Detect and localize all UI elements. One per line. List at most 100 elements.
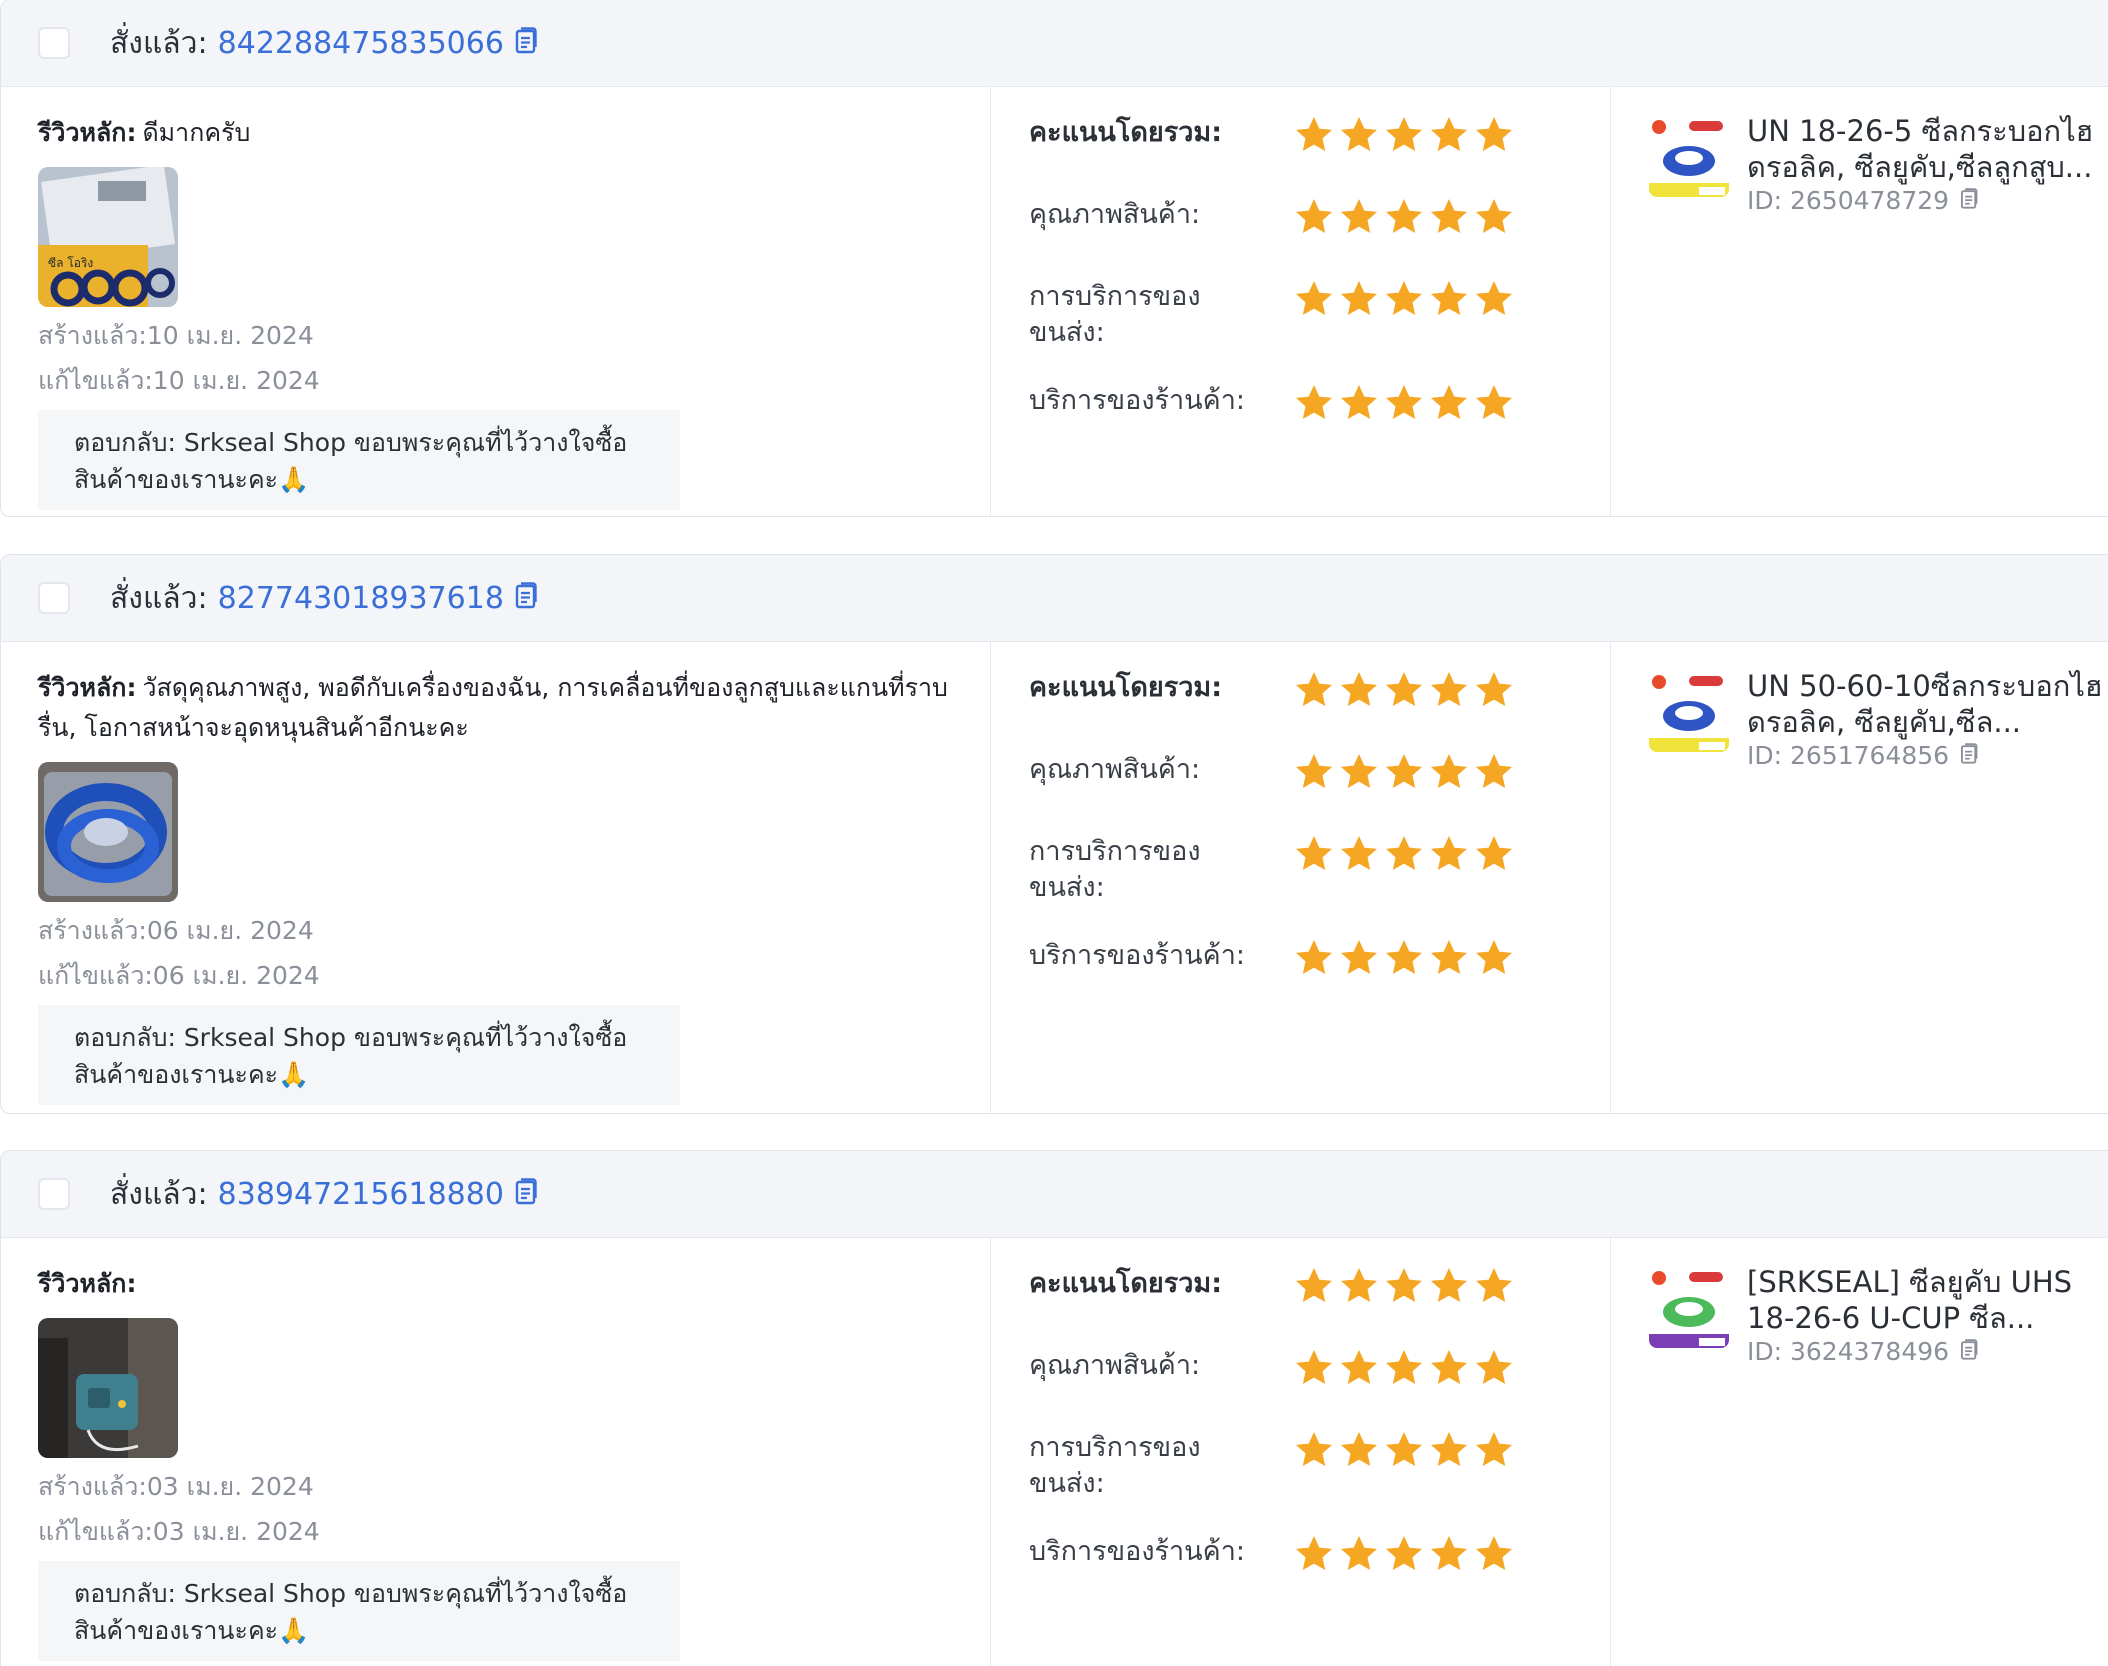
copy-icon[interactable]	[1959, 741, 1979, 773]
stars-quality	[1294, 195, 1514, 237]
star-icon	[1386, 199, 1422, 233]
shop-reply: ตอบกลับ: Srkseal Shop ขอบพระคุณที่ไว้วาง…	[38, 1005, 680, 1105]
product-info: UN 50-60-10ซีลกระบอกไฮดรอลิค, ซีลยูคับ,ซ…	[1747, 668, 2107, 773]
shop-reply: ตอบกลับ: Srkseal Shop ขอบพระคุณที่ไว้วาง…	[38, 410, 680, 510]
star-icon	[1431, 1350, 1467, 1384]
order-id-link[interactable]: 838947215618880	[218, 1177, 504, 1212]
created-date: สร้างแล้ว:10 เม.ย. 2024	[38, 321, 314, 350]
review-card: สั่งแล้ว: 827743018937618 รีวิวหลัก: วัสด…	[0, 554, 2108, 1114]
star-icon	[1476, 940, 1512, 974]
star-icon	[1476, 1536, 1512, 1570]
copy-icon[interactable]	[514, 27, 538, 59]
star-icon	[1296, 199, 1332, 233]
stars-overall	[1294, 1264, 1514, 1306]
product-id-text: ID: 3624378496	[1747, 1337, 1950, 1366]
star-icon	[1431, 1432, 1467, 1466]
star-icon	[1341, 199, 1377, 233]
rating-row-shop: บริการของร้านค้า:	[1029, 1532, 1610, 1590]
star-icon	[1386, 281, 1422, 315]
star-icon	[1386, 754, 1422, 788]
card-body: รีวิวหลัก: ดีมากครับ ซีล โอริง สร้างแล้ว…	[1, 87, 2108, 516]
copy-icon[interactable]	[514, 582, 538, 614]
star-icon	[1431, 385, 1467, 419]
rating-row-shipping: การบริการของขนส่ง:	[1029, 832, 1610, 906]
review-label: รีวิวหลัก:	[38, 1269, 137, 1298]
star-icon	[1386, 1536, 1422, 1570]
star-icon	[1431, 199, 1467, 233]
star-icon	[1476, 754, 1512, 788]
product-title[interactable]: UN 50-60-10ซีลกระบอกไฮดรอลิค, ซีลยูคับ,ซ…	[1747, 668, 2107, 740]
star-icon	[1296, 672, 1332, 706]
card-header: สั่งแล้ว: 838947215618880	[1, 1151, 2108, 1238]
edited-date: แก้ไขแล้ว:10 เม.ย. 2024	[38, 366, 320, 395]
star-icon	[1296, 1536, 1332, 1570]
review-photo[interactable]: ซีล โอริง	[38, 167, 178, 307]
star-icon	[1386, 672, 1422, 706]
rating-label-shipping: การบริการของขนส่ง:	[1029, 1432, 1201, 1499]
copy-icon[interactable]	[1959, 186, 1979, 218]
stars-shop	[1294, 1532, 1514, 1574]
product-image[interactable]	[1649, 1268, 1729, 1348]
review-text: รีวิวหลัก:	[38, 1264, 983, 1304]
stars-shipping	[1294, 832, 1514, 874]
product-image[interactable]	[1649, 672, 1729, 752]
star-icon	[1386, 1350, 1422, 1384]
stars-quality	[1294, 1346, 1514, 1388]
star-icon	[1296, 1432, 1332, 1466]
copy-icon[interactable]	[1959, 1337, 1979, 1369]
product-id: ID: 2651764856	[1747, 740, 2107, 773]
review-photo[interactable]	[38, 762, 178, 902]
product-column: [SRKSEAL] ซีลยูคับ UHS 18-26-6 U-CUP ซีล…	[1611, 1238, 2108, 1666]
product-image[interactable]	[1649, 117, 1729, 197]
star-icon	[1296, 836, 1332, 870]
star-icon	[1296, 385, 1332, 419]
star-icon	[1341, 672, 1377, 706]
star-icon	[1386, 117, 1422, 151]
star-icon	[1431, 117, 1467, 151]
star-icon	[1431, 1536, 1467, 1570]
review-column: รีวิวหลัก: สร้างแล้ว:03 เม.ย. 2024 แก้ไข…	[1, 1238, 991, 1666]
copy-icon[interactable]	[514, 1178, 538, 1210]
stars-shipping	[1294, 1428, 1514, 1470]
review-text: รีวิวหลัก: วัสดุคุณภาพสูง, พอดีกับเครื่อง…	[38, 668, 983, 748]
edited-date: แก้ไขแล้ว:06 เม.ย. 2024	[38, 961, 320, 990]
select-checkbox[interactable]	[38, 27, 70, 59]
shop-reply: ตอบกลับ: Srkseal Shop ขอบพระคุณที่ไว้วาง…	[38, 1561, 680, 1661]
rating-row-overall: คะแนนโดยรวม:	[1029, 113, 1610, 171]
card-header: สั่งแล้ว: 842288475835066	[1, 0, 2108, 87]
rating-column: คะแนนโดยรวม: คุณภาพสินค้า: การบริการของข…	[991, 642, 1611, 1113]
rating-row-quality: คุณภาพสินค้า:	[1029, 1346, 1610, 1404]
stars-quality	[1294, 750, 1514, 792]
select-checkbox[interactable]	[38, 582, 70, 614]
rating-label-quality: คุณภาพสินค้า:	[1029, 754, 1201, 785]
rating-row-shipping: การบริการของขนส่ง:	[1029, 277, 1610, 351]
ordered-label: สั่งแล้ว:	[110, 580, 208, 616]
stars-shop	[1294, 936, 1514, 978]
star-icon	[1431, 940, 1467, 974]
rating-label-overall: คะแนนโดยรวม:	[1029, 672, 1222, 703]
star-icon	[1476, 1268, 1512, 1302]
ordered-label: สั่งแล้ว:	[110, 1176, 208, 1212]
order-id-link[interactable]: 842288475835066	[218, 26, 504, 61]
review-content: วัสดุคุณภาพสูง, พอดีกับเครื่องของฉัน, กา…	[38, 673, 948, 742]
product-title[interactable]: UN 18-26-5 ซีลกระบอกไฮดรอลิค, ซีลยูคับ,ซ…	[1747, 113, 2107, 185]
star-icon	[1476, 117, 1512, 151]
star-icon	[1476, 385, 1512, 419]
svg-text:ซีล โอริง: ซีล โอริง	[48, 256, 93, 270]
rating-row-shipping: การบริการของขนส่ง:	[1029, 1428, 1610, 1502]
review-card: สั่งแล้ว: 838947215618880 รีวิวหลัก: สร้…	[0, 1150, 2108, 1666]
star-icon	[1386, 940, 1422, 974]
order-id-link[interactable]: 827743018937618	[218, 581, 504, 616]
star-icon	[1296, 1268, 1332, 1302]
rating-label-shop: บริการของร้านค้า:	[1029, 385, 1245, 416]
select-checkbox[interactable]	[38, 1178, 70, 1210]
product-title[interactable]: [SRKSEAL] ซีลยูคับ UHS 18-26-6 U-CUP ซีล…	[1747, 1264, 2107, 1336]
star-icon	[1476, 672, 1512, 706]
rating-column: คะแนนโดยรวม: คุณภาพสินค้า: การบริการของข…	[991, 87, 1611, 516]
review-text: รีวิวหลัก: ดีมากครับ	[38, 113, 983, 153]
review-photo[interactable]	[38, 1318, 178, 1458]
review-column: รีวิวหลัก: ดีมากครับ ซีล โอริง สร้างแล้ว…	[1, 87, 991, 516]
review-content: ดีมากครับ	[142, 118, 251, 147]
star-icon	[1386, 836, 1422, 870]
rating-label-shipping: การบริการของขนส่ง:	[1029, 836, 1201, 903]
